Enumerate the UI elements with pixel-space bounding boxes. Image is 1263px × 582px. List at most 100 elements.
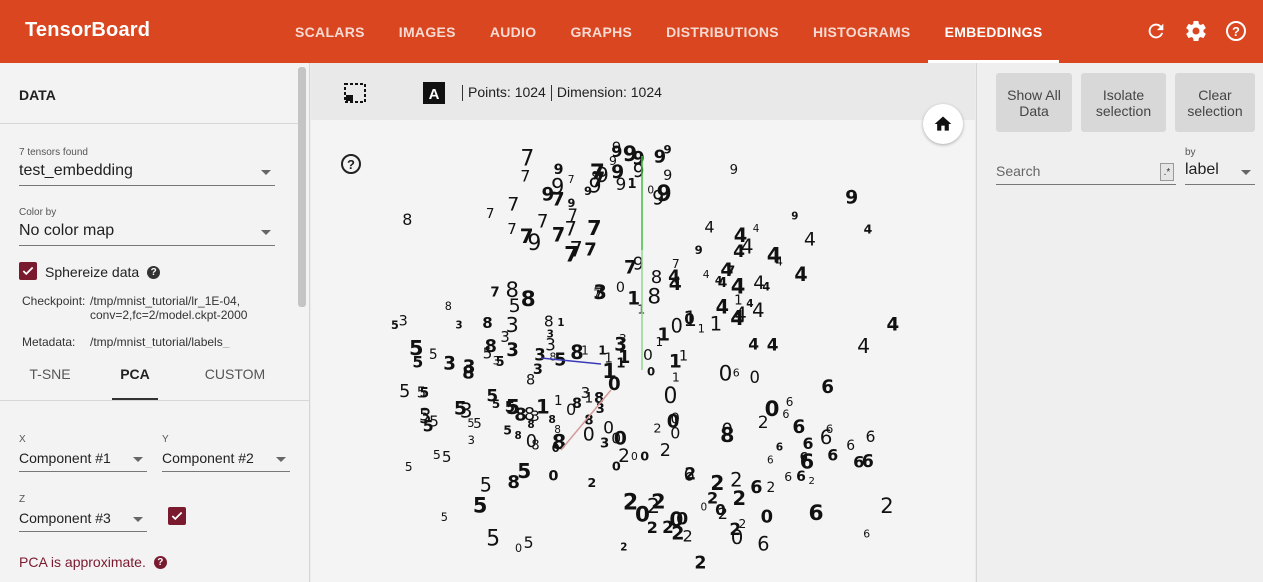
points-count: Points: 1024 (468, 84, 546, 100)
digit-point: 6 (800, 449, 808, 463)
digit-point: 1 (698, 323, 705, 336)
digit-point: 4 (794, 263, 807, 286)
digit-point: 3 (443, 354, 456, 375)
digit-point: 8 (506, 277, 519, 302)
digit-point: 0 (552, 442, 560, 455)
settings-icon[interactable] (1183, 18, 1209, 44)
z-component-select[interactable]: Component #3 (19, 510, 147, 532)
digit-point: 7 (507, 220, 517, 238)
tab-audio[interactable]: AUDIO (473, 0, 554, 63)
projection-tabs: T-SNE PCA CUSTOM (0, 348, 300, 400)
label-toggle-icon[interactable]: A (422, 81, 446, 105)
tab-tsne[interactable]: T-SNE (0, 348, 100, 400)
dimension-count: Dimension: 1024 (556, 84, 662, 100)
home-button[interactable] (923, 104, 963, 144)
tab-images[interactable]: IMAGES (382, 0, 473, 63)
digit-point: 5 (492, 397, 500, 411)
search-placeholder: Search (996, 163, 1041, 179)
digit-point: 4 (864, 222, 873, 237)
separator (462, 85, 463, 102)
tensor-select-value: test_embedding (19, 162, 133, 179)
z-enable-checkbox[interactable] (168, 507, 186, 525)
digit-point: 6 (863, 528, 870, 541)
digit-point: 1 (557, 318, 564, 329)
digit-point: 1 (536, 396, 550, 419)
digit-point: 0 (719, 361, 733, 386)
select-region-icon[interactable] (343, 81, 367, 105)
separator (550, 85, 552, 102)
digit-point: 7 (568, 173, 575, 186)
checkpoint-value: /tmp/mnist_tutorial/lr_1E-04, conv=2,fc=… (90, 294, 248, 322)
help-icon[interactable]: ? (341, 154, 361, 174)
color-by-select[interactable]: No color map (19, 222, 275, 246)
digit-point: 2 (880, 493, 893, 518)
tab-histograms[interactable]: HISTOGRAMS (796, 0, 928, 63)
digit-point: 8 (521, 287, 536, 312)
digit-point: 4 (734, 224, 748, 247)
night-mode-icon[interactable] (383, 81, 407, 105)
scrollbar[interactable] (298, 67, 306, 307)
help-icon[interactable]: ? (147, 265, 161, 279)
y-component-value: Component #2 (162, 450, 254, 466)
digit-point: 6 (784, 469, 792, 484)
help-icon[interactable]: ? (153, 555, 167, 569)
search-input[interactable]: Search .* (996, 163, 1176, 185)
digit-point: 1 (627, 288, 640, 309)
digit-point: 1 (628, 177, 637, 192)
refresh-icon[interactable] (1143, 18, 1169, 44)
tensors-found-label: 7 tensors found (19, 147, 88, 158)
digit-point: 2 (620, 542, 627, 554)
chevron-down-icon (276, 457, 286, 462)
clear-selection-button[interactable]: Clear selection (1175, 73, 1255, 132)
digit-point: 0 (566, 400, 576, 419)
y-component-select[interactable]: Component #2 (162, 450, 290, 472)
digit-point: 1 (683, 307, 697, 332)
tab-graphs[interactable]: GRAPHS (553, 0, 649, 63)
digit-point: 1 (554, 393, 563, 409)
tab-scalars[interactable]: SCALARS (278, 0, 382, 63)
digit-point: 4 (767, 334, 779, 354)
digit-point: 0 (631, 450, 638, 463)
digit-point: 9 (845, 188, 858, 209)
tab-distributions[interactable]: DISTRIBUTIONS (649, 0, 796, 63)
digit-point: 0 (721, 420, 733, 441)
regex-toggle[interactable]: .* (1160, 163, 1174, 181)
embedding-scatter-plot[interactable]: 999999 99 9999999999999999999777777 7777777… (311, 120, 975, 582)
help-icon[interactable]: ? (1223, 18, 1249, 44)
tab-pca[interactable]: PCA (100, 348, 170, 400)
isolate-selection-button[interactable]: Isolate selection (1081, 73, 1166, 132)
digit-point: 6 (733, 367, 740, 380)
digit-point: 6 (782, 408, 789, 421)
digit-point: 4 (748, 336, 759, 354)
digit-point: 5 (441, 511, 448, 524)
digit-point: 7 (537, 211, 549, 232)
digit-point: 2 (707, 488, 718, 507)
data-title: DATA (19, 87, 56, 103)
search-by-value: label (1185, 161, 1219, 178)
tab-embeddings[interactable]: EMBEDDINGS (927, 0, 1060, 63)
digit-point: 6 (786, 395, 794, 409)
digit-point: 6 (826, 422, 834, 436)
divider (0, 400, 310, 401)
digit-point: 1 (656, 335, 664, 349)
x-component-select[interactable]: Component #1 (19, 450, 147, 472)
digit-point: 3 (455, 320, 462, 332)
search-by-select[interactable]: label (1185, 161, 1255, 185)
sphereize-checkbox[interactable] (19, 262, 37, 280)
sphereize-label: Sphereize data (45, 264, 140, 280)
tensor-select[interactable]: test_embedding (19, 162, 275, 186)
right-panel: Show All Data Isolate selection Clear se… (976, 63, 1263, 582)
chevron-down-icon (1241, 170, 1251, 175)
digit-point: 6 (757, 532, 769, 555)
digit-point: 6 (776, 441, 783, 453)
check-icon (171, 511, 183, 521)
top-actions: ? (1143, 18, 1249, 44)
digit-point: 9 (609, 153, 617, 168)
tab-custom[interactable]: CUSTOM (170, 348, 300, 400)
digit-point: 8 (544, 312, 554, 330)
pca-note-text: PCA is approximate. (19, 554, 146, 570)
digit-point: 7 (520, 225, 534, 248)
show-all-data-button[interactable]: Show All Data (996, 73, 1072, 132)
digit-point: 2 (718, 504, 728, 523)
digit-point: 3 (399, 314, 408, 330)
